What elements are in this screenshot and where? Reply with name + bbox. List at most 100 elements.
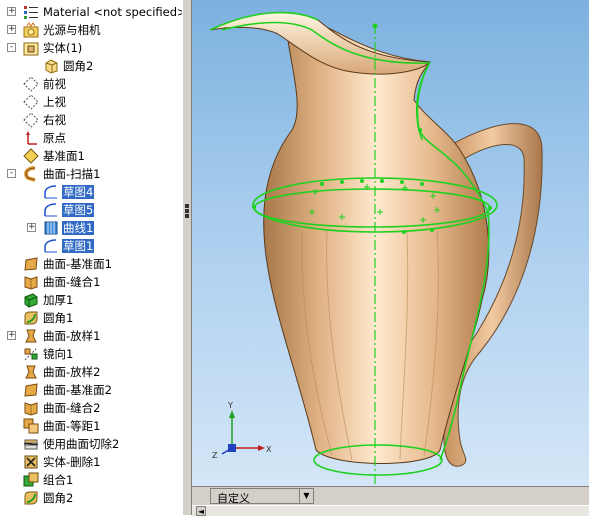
planar-surface-icon [24,257,38,271]
tree-item-solid-bodies[interactable]: - 实体(1) [0,39,182,57]
surface-loft-icon [25,329,37,343]
tree-item-combine1[interactable]: 组合1 [0,471,182,489]
tree-item-label: 右视 [43,113,66,127]
reference-plane-icon [23,148,39,164]
tree-item-planar-surface1[interactable]: 曲面-基准面1 [0,255,182,273]
material-icon [24,6,38,19]
tree-item-label: 曲面-基准面1 [43,257,112,271]
horizontal-scrollbar[interactable]: ◄ [192,505,589,516]
sketch-icon [43,202,59,218]
tree-item-top-plane[interactable]: 上视 [0,93,182,111]
collapse-toggle[interactable]: - [7,169,16,178]
mirror-icon [24,347,38,361]
axis-triad: Y X Z [212,401,272,460]
curve-icon [43,220,59,236]
tree-item-planar-surface2[interactable]: 曲面-基准面2 [0,381,182,399]
view-orientation-select[interactable]: 自定义 ▼ [210,488,314,505]
view-orientation-value: 自定义 [217,492,250,505]
tree-item-label: 镜向1 [43,347,74,361]
tree-item-label: 原点 [43,131,66,145]
tree-item-label: 圆角2 [63,59,94,73]
sketch-icon [43,184,59,200]
expand-toggle[interactable]: + [27,223,36,232]
axis-x-label: X [266,445,272,454]
tree-item-sketch1[interactable]: 草图1 [0,237,182,255]
knit-surface-icon [24,276,38,290]
tree-item-material[interactable]: + Material <not specified> [0,3,182,21]
thicken-icon [24,293,38,308]
tree-item-label: 曲面-放样2 [43,365,101,379]
collapse-toggle[interactable]: - [7,43,16,52]
combine-icon [23,472,39,487]
tree-item-thicken1[interactable]: 加厚1 [0,291,182,309]
tree-item-knit2[interactable]: 曲面-缝合2 [0,399,182,417]
tree-item-label: 使用曲面切除2 [43,437,120,451]
origin-icon [26,131,37,145]
expand-toggle[interactable]: + [7,7,16,16]
tree-item-label: 圆角2 [43,491,74,505]
tree-item-delete-body1[interactable]: 实体-删除1 [0,453,182,471]
tree-item-offset1[interactable]: 曲面-等距1 [0,417,182,435]
tree-item-label: 曲面-扫描1 [43,167,101,181]
tree-item-sketch5[interactable]: 草图5 [0,201,182,219]
tree-item-fillet2[interactable]: 圆角2 [0,489,182,507]
sketch-icon [43,238,59,254]
tree-item-label: 圆角1 [43,311,74,325]
view-tab-bar: 自定义 ▼ ◄ [192,486,589,516]
panel-splitter[interactable] [182,0,192,515]
axis-y-label: Y [227,401,233,410]
knit-surface-icon [24,402,38,416]
fillet-icon [24,311,38,325]
tree-item-surface-loft1[interactable]: + 曲面-放样1 [0,327,182,345]
tree-item-label: 上视 [43,95,66,109]
tree-item-label: 曲面-缝合2 [43,401,101,415]
lights-camera-icon [23,22,39,38]
tree-item-label: Material <not specified> [43,5,182,19]
delete-body-icon [24,455,38,469]
tree-item-label: 曲面-等距1 [43,419,101,433]
tree-item-fillet1[interactable]: 圆角1 [0,309,182,327]
tree-item-label: 草图1 [62,239,95,253]
tree-item-label: 曲面-放样1 [43,329,101,343]
splitter-grip-icon [185,204,189,218]
plane-icon [23,94,39,110]
feature-manager-tree: + Material <not specified> + 光源与相机 - 实体(… [0,0,182,515]
tree-item-label: 曲线1 [62,221,95,235]
graphics-viewport[interactable]: Y X Z [192,0,589,486]
surface-sweep-icon [24,166,36,182]
tree-item-body-fillet2[interactable]: 圆角2 [0,57,182,75]
tree-item-label: 曲面-基准面2 [43,383,112,397]
expand-toggle[interactable]: + [7,331,16,340]
tree-item-lights-cameras[interactable]: + 光源与相机 [0,21,182,39]
tree-item-label: 草图4 [62,185,95,199]
fillet-icon [24,491,38,505]
tree-item-front-plane[interactable]: 前视 [0,75,182,93]
tree-item-origin[interactable]: 原点 [0,129,182,147]
tree-item-curve1[interactable]: + 曲线1 [0,219,182,237]
tree-item-label: 曲面-缝合1 [43,275,101,289]
plane-icon [23,76,39,92]
tree-item-label: 实体(1) [43,41,83,55]
tree-item-mirror1[interactable]: 镜向1 [0,345,182,363]
tree-item-knit1[interactable]: 曲面-缝合1 [0,273,182,291]
dropdown-arrow-icon[interactable]: ▼ [299,489,313,503]
tree-item-sketch4[interactable]: 草图4 [0,183,182,201]
tree-item-label: 加厚1 [43,293,74,307]
pitcher-model: Y X Z [209,11,543,486]
axis-z-label: Z [212,451,218,460]
surface-cut-icon [23,439,39,450]
tree-item-plane1[interactable]: 基准面1 [0,147,182,165]
tree-item-surface-sweep1[interactable]: - 曲面-扫描1 [0,165,182,183]
tree-item-surface-cut2[interactable]: 使用曲面切除2 [0,435,182,453]
tree-item-label: 前视 [43,77,66,91]
solid-body-icon [45,59,58,74]
surface-loft-icon [25,365,37,379]
tree-item-label: 光源与相机 [43,23,101,37]
tree-item-right-plane[interactable]: 右视 [0,111,182,129]
tree-item-label: 草图5 [62,203,95,217]
offset-surface-icon [23,418,39,434]
tree-item-label: 组合1 [43,473,74,487]
plane-icon [23,112,39,128]
tree-item-surface-loft2[interactable]: 曲面-放样2 [0,363,182,381]
expand-toggle[interactable]: + [7,25,16,34]
